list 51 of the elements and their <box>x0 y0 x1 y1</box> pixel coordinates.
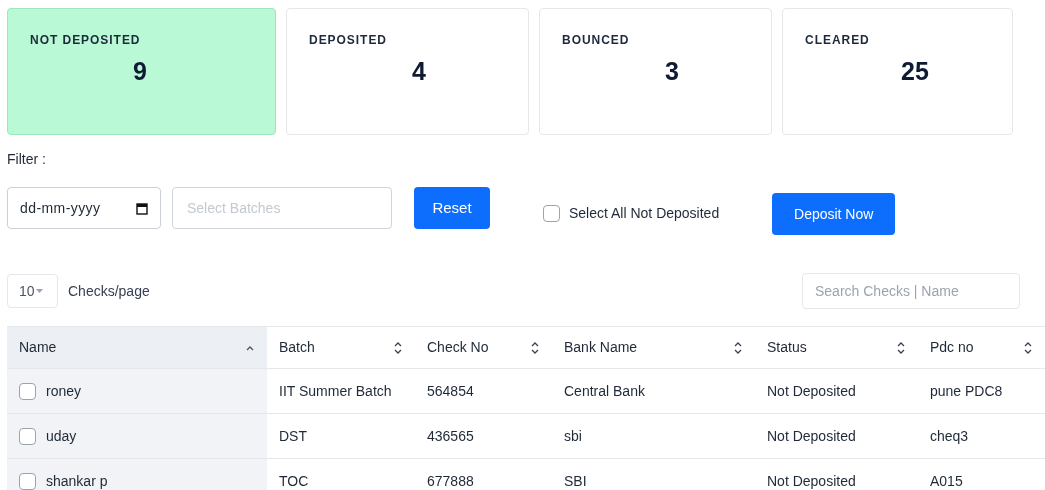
column-header[interactable]: Check No <box>415 327 552 368</box>
calendar-icon[interactable] <box>136 201 148 215</box>
card-count: 9 <box>133 56 147 87</box>
row-checkbox[interactable] <box>19 472 36 490</box>
table-cell-text: A015 <box>930 471 963 490</box>
card-count: 4 <box>412 56 426 87</box>
table-cell-text: Not Deposited <box>767 426 856 446</box>
select-all-checkbox[interactable] <box>543 204 560 222</box>
column-header[interactable]: Bank Name <box>552 327 755 368</box>
table-cell-text: SBI <box>564 471 587 490</box>
date-field[interactable]: dd-mm-yyyy <box>7 187 161 229</box>
table-cell-text: pune PDC8 <box>930 381 1003 401</box>
summary-card[interactable]: CLEARED 25 <box>782 8 1013 135</box>
search-field[interactable]: Search Checks | Name <box>802 273 1020 309</box>
table-cell-text: TOC <box>279 471 309 490</box>
filter-label: Filter : <box>7 151 46 167</box>
column-header[interactable]: Name <box>7 327 267 368</box>
table-cell-text: Central Bank <box>564 381 645 401</box>
card-count: 3 <box>665 56 679 87</box>
row-checkbox[interactable] <box>19 427 36 445</box>
summary-card[interactable]: BOUNCED 3 <box>539 8 772 135</box>
table-cell-text: uday <box>46 426 77 446</box>
table-cell-text: Not Deposited <box>767 381 856 401</box>
caret-icon <box>35 288 43 294</box>
card-count: 25 <box>901 56 929 87</box>
select-all-label: Select All Not Deposited <box>569 203 720 223</box>
page-size-select[interactable]: 10 <box>7 274 58 308</box>
table-cell-text: 677888 <box>427 471 474 490</box>
table-cell-text: Not Deposited <box>767 471 856 490</box>
reset-button[interactable]: Reset <box>414 187 490 229</box>
deposit-now-button[interactable]: Deposit Now <box>772 193 896 235</box>
card-label: CLEARED <box>805 32 871 49</box>
table-cell-text: DST <box>279 426 307 446</box>
table-cell-text: 436565 <box>427 426 474 446</box>
summary-card[interactable]: DEPOSITED 4 <box>286 8 529 135</box>
column-header[interactable]: Status <box>755 327 918 368</box>
table-cell-text: roney <box>46 381 82 401</box>
table-cell-text: IIT Summer Batch <box>279 381 392 401</box>
batches-field[interactable]: Select Batches <box>172 187 392 229</box>
column-header[interactable]: Batch <box>267 327 415 368</box>
table-cell-text: 564854 <box>427 381 474 401</box>
card-label: BOUNCED <box>562 32 631 49</box>
page-size-label: Checks/page <box>68 281 150 301</box>
table-cell-text: cheq3 <box>930 426 969 446</box>
card-label: DEPOSITED <box>309 32 388 49</box>
summary-card[interactable]: NOT DEPOSITED 9 <box>7 8 276 135</box>
column-header[interactable]: Pdc no <box>918 327 1045 368</box>
row-checkbox[interactable] <box>19 382 36 400</box>
table-cell-text: sbi <box>564 426 582 446</box>
table-cell-text: shankar p <box>46 471 108 490</box>
card-label: NOT DEPOSITED <box>30 32 142 49</box>
